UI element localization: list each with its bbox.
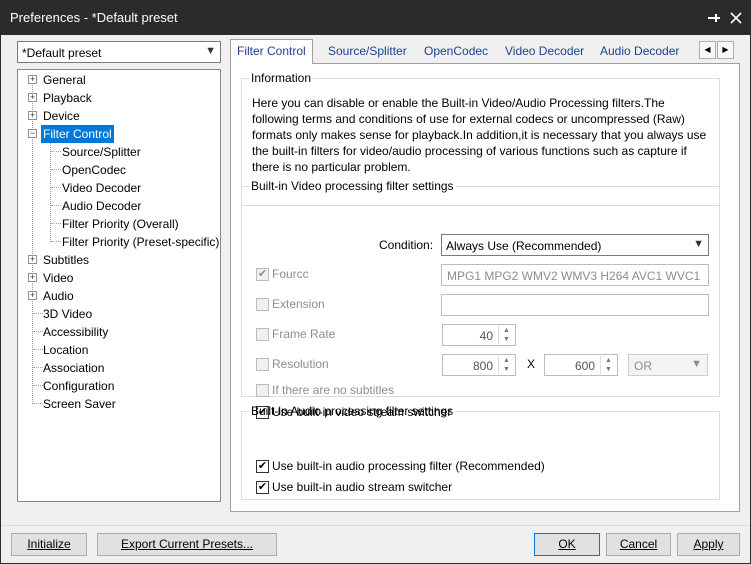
chevron-down-icon: ▼ <box>205 45 216 57</box>
cancel-button[interactable]: Cancel <box>606 533 671 556</box>
title-bar[interactable]: Preferences - *Default preset <box>1 1 750 35</box>
tree-item-filter-priority-preset[interactable]: Filter Priority (Preset-specific) <box>62 233 219 251</box>
spin-arrows-icon[interactable]: ▲ ▼ <box>600 356 616 374</box>
expand-icon[interactable]: + <box>28 75 37 84</box>
framerate-spinner[interactable]: 40 ▲ ▼ <box>442 324 516 346</box>
resolution-height-spinner[interactable]: 600 ▲ ▼ <box>544 354 618 376</box>
apply-button[interactable]: Apply <box>677 533 740 556</box>
collapse-icon[interactable]: − <box>28 129 37 138</box>
tab-video-decoder[interactable]: Video Decoder <box>499 42 590 63</box>
condition-label: Condition: <box>379 238 434 252</box>
tree-item-filter-priority-overall[interactable]: Filter Priority (Overall) <box>62 215 179 233</box>
resolution-operator-dropdown[interactable]: OR ▼ <box>628 354 708 376</box>
resolution-checkbox[interactable] <box>256 358 269 371</box>
condition-dropdown[interactable]: Always Use (Recommended) ▼ <box>441 234 709 256</box>
export-presets-button[interactable]: Export Current Presets... <box>97 533 277 556</box>
tab-filter-control[interactable]: Filter Control <box>230 39 313 64</box>
resolution-width-spinner[interactable]: 800 ▲ ▼ <box>442 354 516 376</box>
framerate-label: Frame Rate <box>272 327 336 341</box>
extension-label: Extension <box>272 297 325 311</box>
close-icon[interactable] <box>726 8 746 28</box>
tab-source-splitter[interactable]: Source/Splitter <box>322 42 413 63</box>
spin-arrows-icon[interactable]: ▲ ▼ <box>498 326 514 344</box>
tree-item-location[interactable]: Location <box>43 341 88 359</box>
tree-item-configuration[interactable]: Configuration <box>43 377 114 395</box>
tree-item-accessibility[interactable]: Accessibility <box>43 323 108 341</box>
information-legend: Information <box>251 71 312 85</box>
fourcc-checkbox[interactable]: ✔ <box>256 268 269 281</box>
tree-item-source-splitter[interactable]: Source/Splitter <box>62 143 141 161</box>
preset-value: *Default preset <box>22 46 102 60</box>
no-subtitles-checkbox[interactable] <box>256 384 269 397</box>
settings-tree[interactable]: + General + Playback + Device − Filter C… <box>17 69 221 502</box>
resolution-label: Resolution <box>272 357 329 371</box>
audio-filter-label: Use built-in audio processing filter (Re… <box>272 459 545 473</box>
tree-item-opencodec[interactable]: OpenCodec <box>62 161 126 179</box>
tab-opencodec[interactable]: OpenCodec <box>418 42 494 63</box>
tree-item-3d-video[interactable]: 3D Video <box>43 305 92 323</box>
tab-strip: Filter Control Source/Splitter OpenCodec… <box>230 39 740 64</box>
tab-scroll-left-icon[interactable]: ◀ <box>699 41 716 59</box>
filter-control-panel: Information Here you can disable or enab… <box>230 63 740 512</box>
framerate-checkbox[interactable] <box>256 328 269 341</box>
audio-stream-switcher-label: Use built-in audio stream switcher <box>272 480 453 494</box>
expand-icon[interactable]: + <box>28 93 37 102</box>
ok-button[interactable]: OK <box>534 533 600 556</box>
dialog-body: *Default preset ▼ + General + Playback +… <box>1 35 750 563</box>
preferences-window: Preferences - *Default preset *Default p… <box>0 0 751 564</box>
preset-dropdown[interactable]: *Default preset ▼ <box>17 41 221 63</box>
resolution-x-label: X <box>527 357 536 371</box>
expand-icon[interactable]: + <box>28 111 37 120</box>
expand-icon[interactable]: + <box>28 273 37 282</box>
initialize-button[interactable]: Initialize <box>11 533 87 556</box>
tree-item-video-decoder[interactable]: Video Decoder <box>62 179 141 197</box>
information-text: Here you can disable or enable the Built… <box>252 96 707 174</box>
tab-scroll-right-icon[interactable]: ▶ <box>717 41 734 59</box>
fourcc-label: Fourcc <box>272 267 309 281</box>
chevron-down-icon: ▼ <box>691 358 702 370</box>
fourcc-field[interactable]: MPG1 MPG2 WMV2 WMV3 H264 AVC1 WVC1 <box>441 264 709 286</box>
chevron-down-icon: ▼ <box>693 238 704 250</box>
pin-icon[interactable] <box>704 8 724 28</box>
tree-item-audio-decoder[interactable]: Audio Decoder <box>62 197 141 215</box>
expand-icon[interactable]: + <box>28 291 37 300</box>
extension-field[interactable] <box>441 294 709 316</box>
tree-item-association[interactable]: Association <box>43 359 104 377</box>
no-subtitles-label: If there are no subtitles <box>272 383 395 397</box>
window-title: Preferences - *Default preset <box>10 10 178 25</box>
tab-audio-decoder[interactable]: Audio Decoder <box>594 42 685 63</box>
extension-checkbox[interactable] <box>256 298 269 311</box>
audio-filter-checkbox[interactable]: ✔ <box>256 460 269 473</box>
video-settings-legend: Built-in Video processing filter setting… <box>251 179 454 193</box>
audio-stream-switcher-checkbox[interactable]: ✔ <box>256 481 269 494</box>
separator <box>1 525 750 526</box>
expand-icon[interactable]: + <box>28 255 37 264</box>
spin-arrows-icon[interactable]: ▲ ▼ <box>498 356 514 374</box>
audio-settings-legend: Built-in Audio processing filter setting… <box>251 404 454 418</box>
tree-item-screen-saver[interactable]: Screen Saver <box>43 395 116 413</box>
